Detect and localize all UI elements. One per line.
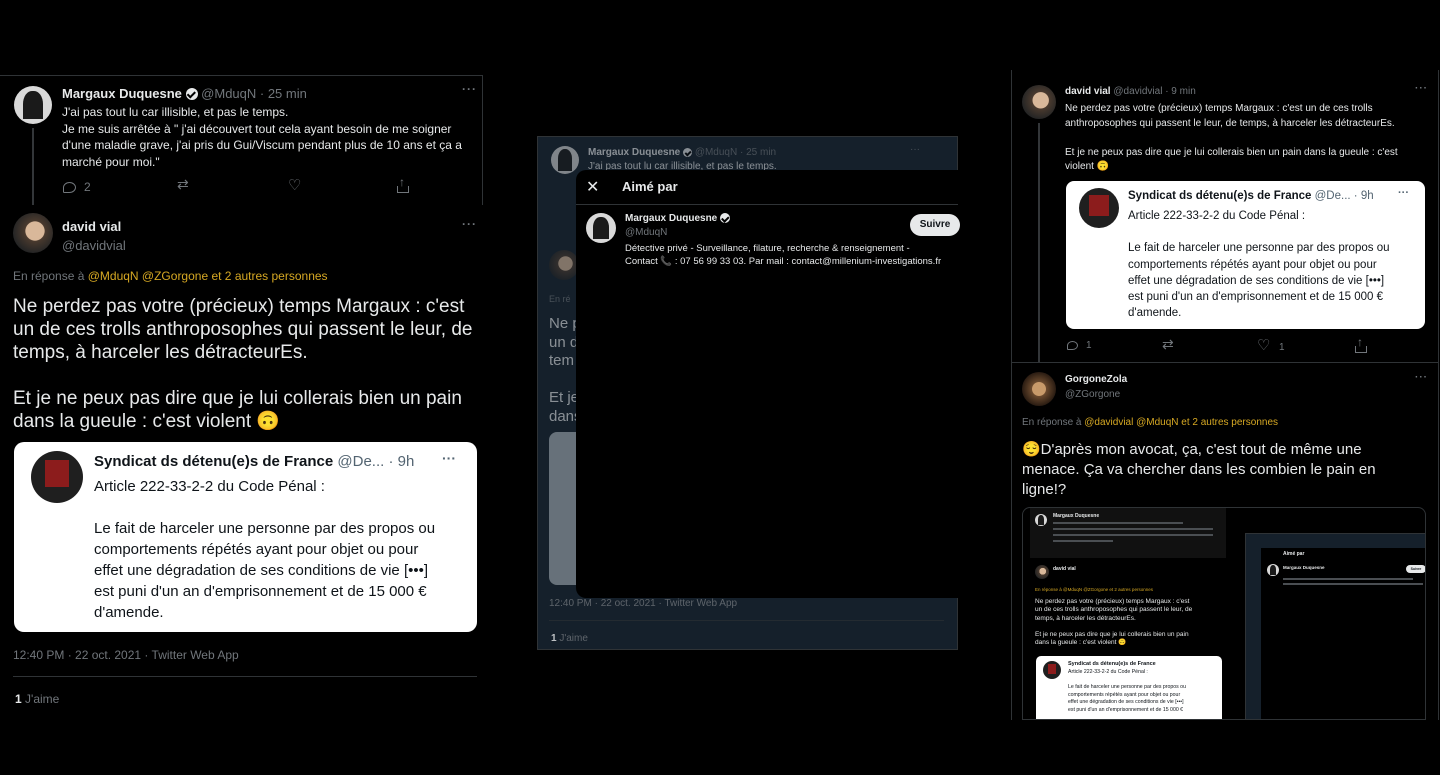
author-name[interactable]: Margaux Duquesne — [62, 86, 182, 101]
like-icon — [288, 176, 302, 194]
avatar-gorgonezola[interactable] — [1022, 372, 1056, 406]
share-icon — [1355, 335, 1367, 353]
reply-icon — [63, 181, 76, 193]
author-name[interactable]: GorgoneZola — [1065, 374, 1127, 385]
reply-button[interactable]: 2 — [63, 180, 91, 194]
likes-stat[interactable]: 1 J'aime — [15, 692, 59, 706]
tweet-text: J'ai pas tout lu car illisible, et pas l… — [62, 105, 462, 169]
reply-icon — [1067, 341, 1078, 350]
thread-line — [1038, 123, 1040, 363]
reply-mentions[interactable]: @davidvial @MduqN et 2 autres personnes — [1084, 417, 1278, 428]
reply-context: En réponse à @MduqN @ZGorgone et 2 autre… — [13, 269, 328, 283]
avatar-margaux[interactable] — [586, 213, 616, 243]
author-name[interactable]: david vial — [62, 219, 126, 234]
avatar-margaux[interactable] — [14, 86, 52, 124]
user-name[interactable]: Margaux Duquesne — [625, 213, 717, 224]
retweet-icon — [1162, 336, 1177, 354]
share-button[interactable] — [1355, 335, 1367, 353]
more-icon[interactable]: ··· — [1415, 83, 1428, 94]
like-button[interactable] — [288, 176, 302, 194]
tweet-text: Ne perdez pas votre (précieux) temps Mar… — [13, 296, 473, 432]
left-top-border — [0, 75, 483, 76]
retweet-icon — [177, 176, 192, 194]
likes-stat: 1 J'aime — [551, 633, 588, 644]
retweet-button[interactable] — [1162, 336, 1177, 354]
reply-context: En réponse à @davidvial @MduqN et 2 autr… — [1022, 417, 1279, 428]
quoted-tweet-image[interactable]: Syndicat ds détenu(e)s de France @De... … — [1066, 181, 1425, 329]
share-button[interactable] — [397, 175, 409, 193]
author-name[interactable]: david vial — [1065, 86, 1111, 97]
follow-button[interactable]: Suivre — [910, 214, 960, 236]
avatar-david[interactable] — [13, 213, 53, 253]
more-icon: ··· — [442, 450, 456, 466]
attached-image[interactable]: Margaux Duquesne david vial En réponse à… — [1022, 507, 1426, 720]
user-handle: @MduqN — [625, 227, 668, 238]
modal-title: Aimé par — [622, 179, 678, 194]
like-icon — [1257, 336, 1271, 354]
more-icon: ··· — [910, 144, 920, 155]
verified-icon — [683, 148, 693, 157]
verified-icon — [185, 88, 198, 100]
avatar-david[interactable] — [1022, 85, 1056, 119]
quoted-tweet-text: Article 222-33-2-2 du Code Pénal : Le fa… — [1128, 210, 1390, 320]
close-icon[interactable]: ✕ — [586, 177, 599, 197]
quoted-author-name: Syndicat ds détenu(e)s de France — [94, 453, 334, 470]
like-count: 1 — [1279, 341, 1285, 353]
liked-by-modal: ✕ Aimé par Margaux Duquesne @MduqN Suivr… — [576, 170, 960, 598]
thread-line — [32, 128, 34, 210]
tweet-text: 😌D'après mon avocat, ça, c'est tout de m… — [1022, 441, 1376, 498]
verified-icon — [720, 213, 731, 223]
retweet-button[interactable] — [177, 176, 192, 194]
share-icon — [397, 175, 409, 193]
reply-button[interactable]: 1 — [1067, 340, 1092, 351]
more-icon[interactable]: ··· — [1415, 372, 1428, 383]
avatar-david — [549, 250, 579, 280]
reply-count: 2 — [84, 180, 91, 194]
right-panel-border — [1011, 70, 1012, 720]
reply-count: 1 — [1086, 340, 1092, 351]
divider — [13, 676, 477, 677]
avatar-syndicat — [1079, 188, 1119, 228]
author-handle: @davidvial — [62, 238, 126, 253]
quoted-tweet-image[interactable]: Syndicat ds détenu(e)s de France @De... … — [14, 442, 477, 632]
author-handle: @MduqN · 25 min — [201, 86, 307, 101]
avatar-margaux — [551, 146, 579, 174]
like-button[interactable]: 1 — [1257, 336, 1285, 354]
tweet-timestamp[interactable]: 12:40 PM · 22 oct. 2021 · Twitter Web Ap… — [13, 648, 239, 662]
user-bio: Détective privé - Surveillance, filature… — [625, 243, 942, 267]
avatar-syndicat — [31, 451, 83, 503]
author-handle: @davidvial · 9 min — [1113, 86, 1196, 97]
reply-mentions[interactable]: @MduqN @ZGorgone et 2 autres personnes — [88, 269, 328, 283]
author-handle: @ZGorgone — [1065, 389, 1121, 400]
more-icon: ··· — [1398, 187, 1409, 199]
more-icon[interactable]: ··· — [462, 82, 477, 96]
tweet-text: Ne perdez pas votre (précieux) temps Mar… — [1065, 103, 1398, 172]
more-icon[interactable]: ··· — [462, 217, 477, 231]
quoted-tweet-text: Article 222-33-2-2 du Code Pénal : Le fa… — [94, 478, 436, 621]
